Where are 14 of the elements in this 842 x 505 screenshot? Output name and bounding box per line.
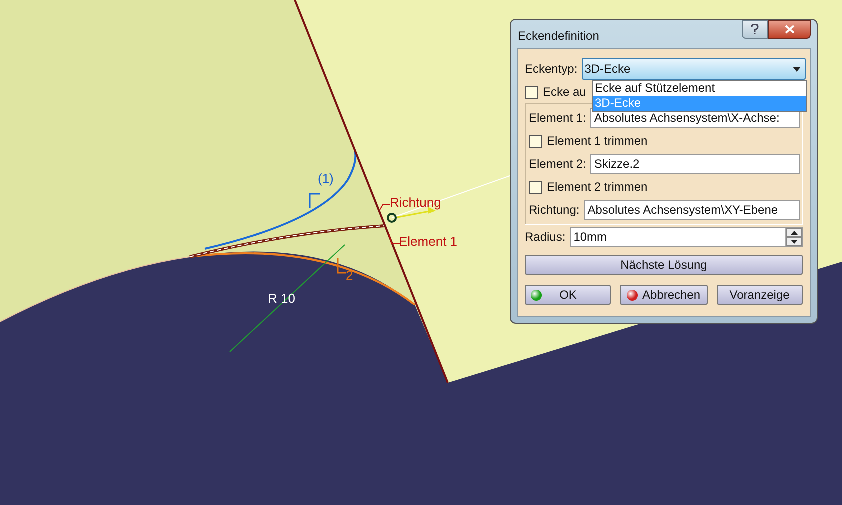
annotation-label: Element 1 [399, 234, 458, 249]
annotation-label: (1) [318, 171, 334, 186]
checkbox-label: Ecke au [543, 85, 586, 99]
element-1-label: Element 1: [529, 111, 586, 125]
checkbox-label: Element 2 trimmen [547, 180, 648, 194]
annotation-label: Richtung [390, 195, 442, 210]
checkbox-label: Element 1 trimmen [547, 134, 648, 148]
radius-label: Radius: [525, 230, 566, 244]
corner-type-label: Eckentyp: [525, 62, 578, 76]
dialog-title: Eckendefinition [517, 28, 600, 43]
direction-label: Richtung: [529, 203, 580, 217]
element-2-label: Element 2: [529, 157, 586, 171]
annotation-label: 2 [346, 268, 354, 283]
annotation-label: R 10 [268, 291, 296, 306]
